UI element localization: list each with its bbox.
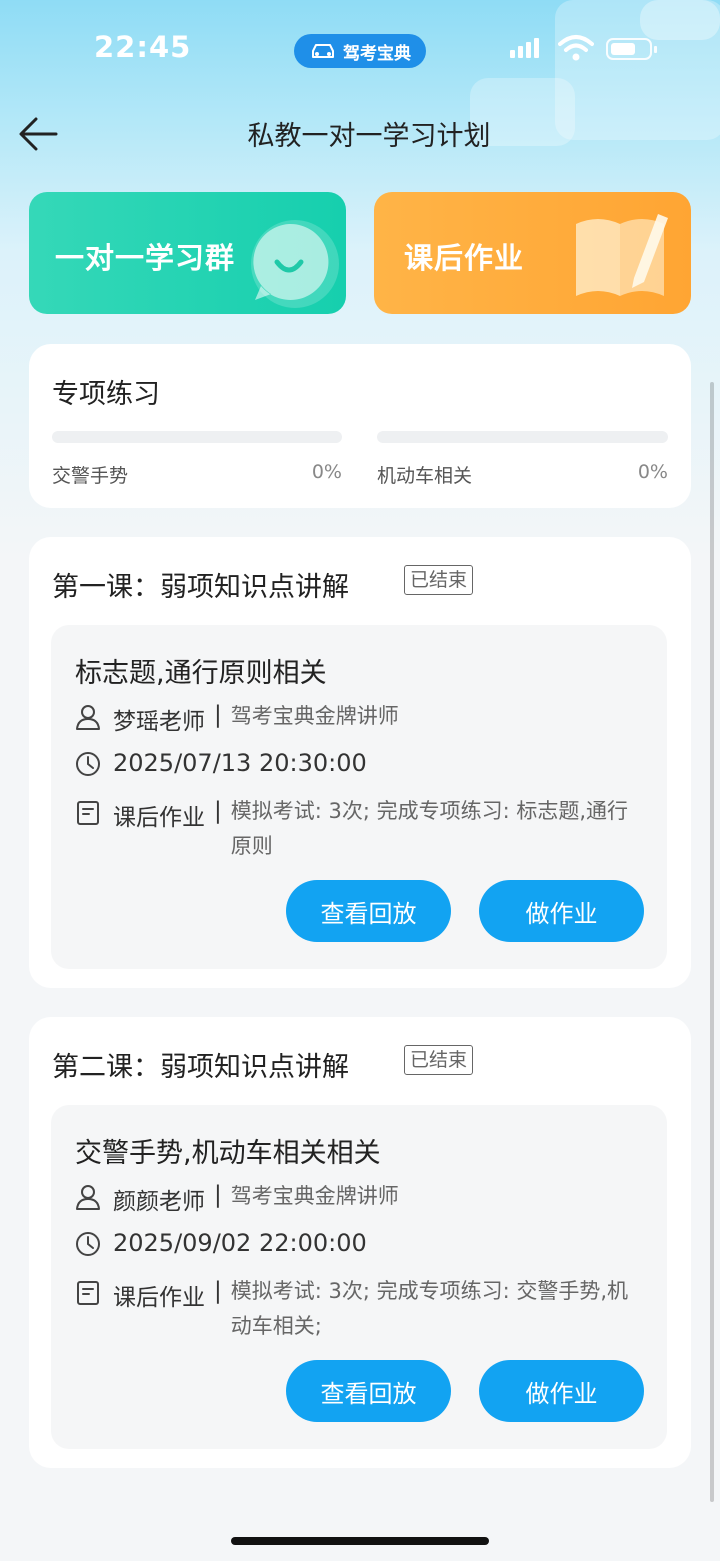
separator: | <box>214 1182 222 1208</box>
car-icon <box>312 44 334 58</box>
status-badge: 已结束 <box>404 1045 474 1075</box>
scrollbar[interactable] <box>710 382 714 1502</box>
homework-desc: 模拟考试: 3次; 完成专项练习: 交警手势,机动车相关; <box>230 1279 629 1338</box>
lesson-datetime: 2025/09/02 22:00:00 <box>113 1229 367 1257</box>
lesson-topic: 标志题,通行原则相关 <box>75 658 327 689</box>
do-homework-button[interactable]: 做作业 <box>479 1360 644 1422</box>
teacher-title: 驾考宝典金牌讲师 <box>230 704 399 728</box>
status-bar: 22:45 驾考宝典 <box>0 0 720 100</box>
separator: | <box>214 1278 222 1304</box>
app-badge[interactable]: 驾考宝典 <box>294 34 426 68</box>
clock-icon <box>76 752 100 776</box>
person-icon <box>76 705 100 730</box>
study-group-tile[interactable]: 一对一学习群 <box>29 192 346 314</box>
separator: | <box>214 798 222 824</box>
homework-row: 课后作业 | 模拟考试: 3次; 完成专项练习: 标志题,通行原则 <box>75 798 645 864</box>
page-title: 私教一对一学习计划 <box>247 121 491 152</box>
progress-bar-traffic-gestures <box>52 431 342 443</box>
document-icon <box>77 1281 99 1305</box>
teacher-name: 梦瑶老师 <box>113 709 205 735</box>
lesson-topic: 交警手势,机动车相关相关 <box>75 1138 381 1169</box>
lesson-detail: 交警手势,机动车相关相关 颜颜老师 | 驾考宝典金牌讲师 2025/09/02 … <box>51 1105 667 1449</box>
lesson-title: 第二课：弱项知识点讲解 <box>52 1052 349 1083</box>
lesson-datetime: 2025/07/13 20:30:00 <box>113 749 367 777</box>
progress-bar-motor-vehicle <box>377 431 668 443</box>
lesson-card: 第一课：弱项知识点讲解 已结束 标志题,通行原则相关 梦瑶老师 | 驾考宝典金牌… <box>29 537 691 988</box>
view-replay-button[interactable]: 查看回放 <box>286 880 451 942</box>
status-badge: 已结束 <box>404 565 474 595</box>
lesson-title: 第一课：弱项知识点讲解 <box>52 572 349 603</box>
practice-item-label[interactable]: 机动车相关 <box>377 461 472 488</box>
clock-icon <box>76 1232 100 1256</box>
notebook-pen-icon <box>576 214 668 296</box>
teacher-row: 颜颜老师 | 驾考宝典金牌讲师 <box>75 1182 399 1216</box>
chat-bubble-icon <box>251 220 339 308</box>
view-replay-button[interactable]: 查看回放 <box>286 1360 451 1422</box>
teacher-name: 颜颜老师 <box>113 1189 205 1215</box>
status-time: 22:45 <box>94 30 192 64</box>
do-homework-button[interactable]: 做作业 <box>479 880 644 942</box>
lesson-detail: 标志题,通行原则相关 梦瑶老师 | 驾考宝典金牌讲师 2025/07/13 20… <box>51 625 667 969</box>
home-indicator[interactable] <box>231 1537 489 1545</box>
time-row: 2025/09/02 22:00:00 <box>75 1229 367 1257</box>
person-icon <box>76 1185 100 1210</box>
homework-row: 课后作业 | 模拟考试: 3次; 完成专项练习: 交警手势,机动车相关; <box>75 1278 645 1344</box>
practice-title: 专项练习 <box>52 379 160 410</box>
teacher-title: 驾考宝典金牌讲师 <box>230 1184 399 1208</box>
app-badge-label: 驾考宝典 <box>343 43 411 64</box>
teacher-row: 梦瑶老师 | 驾考宝典金牌讲师 <box>75 702 399 736</box>
practice-item-percent: 0% <box>311 461 342 483</box>
homework-desc: 模拟考试: 3次; 完成专项练习: 标志题,通行原则 <box>230 799 629 858</box>
signal-icon <box>510 38 539 58</box>
study-group-label: 一对一学习群 <box>55 241 236 275</box>
homework-tile[interactable]: 课后作业 <box>374 192 691 314</box>
lesson-card: 第二课：弱项知识点讲解 已结束 交警手势,机动车相关相关 颜颜老师 | 驾考宝典… <box>29 1017 691 1468</box>
battery-icon <box>606 38 657 60</box>
homework-key: 课后作业 <box>113 1285 205 1311</box>
homework-tile-label: 课后作业 <box>404 241 525 275</box>
special-practice-card: 专项练习 <box>29 344 691 508</box>
homework-key: 课后作业 <box>113 805 205 831</box>
document-icon <box>77 801 99 825</box>
separator: | <box>214 702 222 728</box>
wifi-icon <box>558 35 594 61</box>
time-row: 2025/07/13 20:30:00 <box>75 749 367 777</box>
practice-item-percent: 0% <box>637 461 668 483</box>
practice-item-label[interactable]: 交警手势 <box>52 461 128 488</box>
